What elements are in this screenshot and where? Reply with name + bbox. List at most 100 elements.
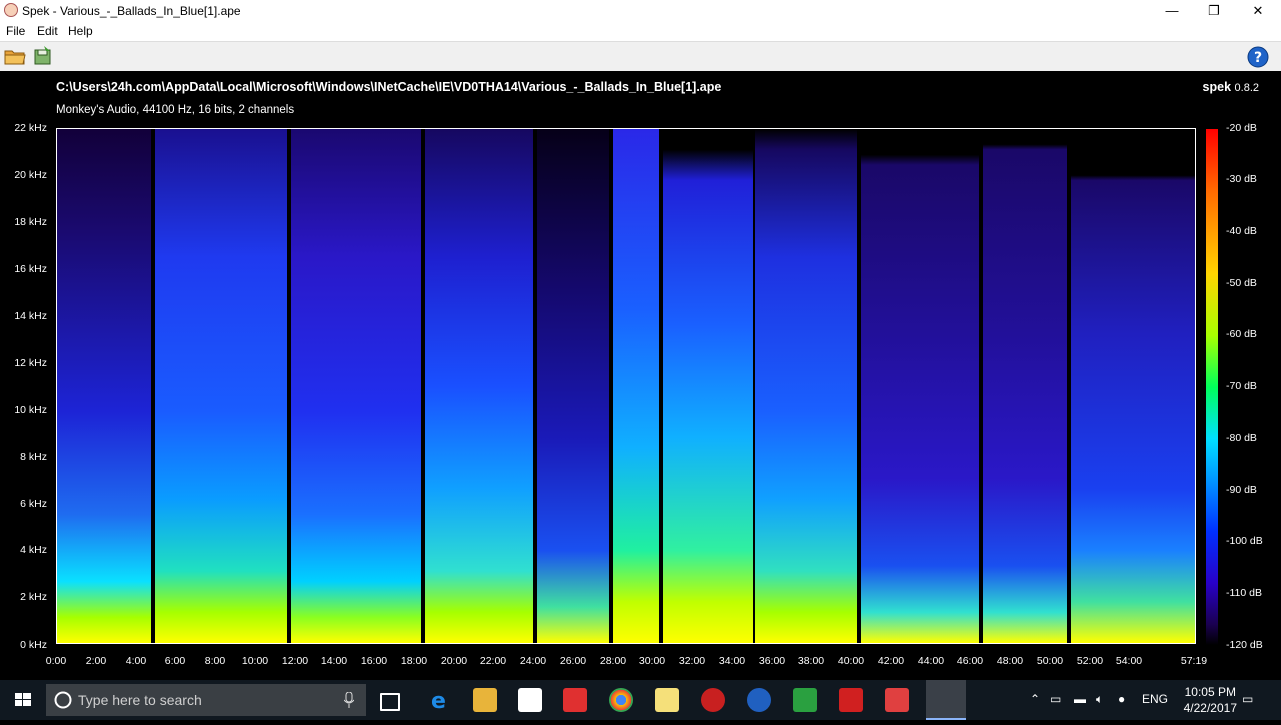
menu-help[interactable]: Help <box>68 24 93 38</box>
time-tick-label: 54:00 <box>1115 655 1143 667</box>
spectrogram-segment <box>537 129 609 643</box>
app-icon[interactable] <box>563 688 587 712</box>
time-tick-label: 46:00 <box>956 655 984 667</box>
clock-date: 4/22/2017 <box>1183 701 1237 715</box>
freq-tick-label: 4 kHz <box>20 544 47 556</box>
freq-tick-label: 22 kHz <box>14 122 47 134</box>
spectrogram-view: C:\Users\24h.com\AppData\Local\Microsoft… <box>0 71 1281 680</box>
search-placeholder: Type here to search <box>78 692 202 708</box>
language-indicator[interactable]: ENG <box>1142 692 1168 706</box>
time-tick-label: 32:00 <box>678 655 706 667</box>
spectrogram-segment <box>291 129 421 643</box>
db-tick-label: -100 dB <box>1226 535 1263 547</box>
file-info: Monkey's Audio, 44100 Hz, 16 bits, 2 cha… <box>56 104 295 116</box>
time-tick-label: 38:00 <box>797 655 825 667</box>
time-tick-label: 48:00 <box>996 655 1024 667</box>
minimize-button[interactable]: — <box>1150 0 1194 21</box>
app-icon[interactable] <box>885 688 909 712</box>
time-tick-label: 40:00 <box>837 655 865 667</box>
title-bar: Spek - Various_-_Ballads_In_Blue[1].ape … <box>0 0 1281 21</box>
app-name: spek <box>1202 80 1232 94</box>
spek-taskbar-icon[interactable] <box>926 680 966 720</box>
taskbar-search-input[interactable]: Type here to search <box>46 684 366 716</box>
menu-bar: File Edit Help <box>0 21 1281 41</box>
app-name-version: spek 0.8.2 <box>1203 80 1259 94</box>
time-tick-label: 6:00 <box>164 655 186 667</box>
time-tick-label: 18:00 <box>400 655 428 667</box>
db-tick-label: -30 dB <box>1226 173 1257 185</box>
edge-browser-icon[interactable]: e <box>428 688 452 714</box>
time-tick-label: 26:00 <box>559 655 587 667</box>
db-tick-label: -20 dB <box>1226 122 1257 134</box>
time-tick-label: 20:00 <box>440 655 468 667</box>
sticky-notes-icon[interactable] <box>655 688 679 712</box>
time-tick-label: 24:00 <box>519 655 547 667</box>
app-version: 0.8.2 <box>1234 82 1259 94</box>
chrome-icon[interactable] <box>609 688 633 712</box>
freq-tick-label: 0 kHz <box>20 639 47 651</box>
spectrogram-segment <box>425 129 533 643</box>
freq-tick-label: 14 kHz <box>14 310 47 322</box>
time-tick-label: 12:00 <box>281 655 309 667</box>
db-tick-label: -80 dB <box>1226 432 1257 444</box>
task-view-icon[interactable] <box>380 693 400 711</box>
freq-tick-label: 6 kHz <box>20 498 47 510</box>
time-tick-label: 2:00 <box>85 655 107 667</box>
spectrogram-segment <box>861 129 979 643</box>
db-tick-label: -70 dB <box>1226 380 1257 392</box>
maximize-button[interactable]: ❐ <box>1192 0 1236 21</box>
time-tick-label: 28:00 <box>599 655 627 667</box>
db-tick-label: -60 dB <box>1226 328 1257 340</box>
close-button[interactable]: ✕ <box>1236 0 1280 21</box>
notifications-icon[interactable]: ▭ <box>1242 692 1253 706</box>
windows-start-icon[interactable] <box>0 680 46 720</box>
spectrogram-segment <box>1071 129 1195 643</box>
db-tick-label: -120 dB <box>1226 639 1263 651</box>
time-tick-label: 0:00 <box>45 655 67 667</box>
file-explorer-icon[interactable] <box>473 688 497 712</box>
menu-edit[interactable]: Edit <box>37 24 58 38</box>
volume-icon[interactable]: 🔈︎ <box>1096 692 1103 707</box>
freq-tick-label: 8 kHz <box>20 451 47 463</box>
time-tick-label: 4:00 <box>125 655 147 667</box>
spectrogram-segment <box>755 129 857 643</box>
app-icon[interactable] <box>839 688 863 712</box>
open-folder-icon[interactable] <box>4 46 26 66</box>
freq-tick-label: 10 kHz <box>14 404 47 416</box>
taskbar-clock[interactable]: 10:05 PM 4/22/2017 <box>1184 684 1237 716</box>
network-icon[interactable]: ▭ <box>1050 692 1061 706</box>
toolbar: ? <box>0 41 1281 71</box>
window-title: Spek - Various_-_Ballads_In_Blue[1].ape <box>22 4 241 18</box>
db-color-scale <box>1206 129 1218 645</box>
freq-tick-label: 16 kHz <box>14 263 47 275</box>
time-tick-label: 52:00 <box>1076 655 1104 667</box>
spectrogram-segment <box>57 129 151 643</box>
time-tick-label: 36:00 <box>758 655 786 667</box>
time-tick-label: 50:00 <box>1036 655 1064 667</box>
app-icon[interactable] <box>701 688 725 712</box>
battery-icon[interactable]: ▬ <box>1074 692 1086 706</box>
spectrogram-segment <box>663 129 753 643</box>
spectrogram-segment <box>983 129 1067 643</box>
freq-tick-label: 20 kHz <box>14 169 47 181</box>
db-tick-label: -110 dB <box>1226 587 1262 599</box>
spek-app-icon <box>4 3 18 17</box>
save-icon[interactable] <box>32 46 54 66</box>
time-tick-label: 14:00 <box>320 655 348 667</box>
microphone-icon[interactable] <box>344 692 354 708</box>
help-icon[interactable]: ? <box>1247 46 1269 68</box>
search-icon <box>54 691 72 709</box>
time-tick-label: 57:19 <box>1180 655 1208 667</box>
show-hidden-icons-icon[interactable]: ⌃ <box>1030 692 1040 706</box>
db-tick-label: -40 dB <box>1226 225 1257 237</box>
menu-file[interactable]: File <box>6 24 25 38</box>
spectrogram-segment <box>613 129 659 643</box>
store-icon[interactable] <box>518 688 542 712</box>
file-path: C:\Users\24h.com\AppData\Local\Microsoft… <box>56 80 722 94</box>
spectrogram-segment <box>155 129 287 643</box>
weather-icon[interactable]: ● <box>1118 692 1125 706</box>
evernote-icon[interactable] <box>793 688 817 712</box>
app-icon[interactable] <box>747 688 771 712</box>
time-tick-label: 16:00 <box>360 655 388 667</box>
freq-tick-label: 12 kHz <box>14 357 47 369</box>
